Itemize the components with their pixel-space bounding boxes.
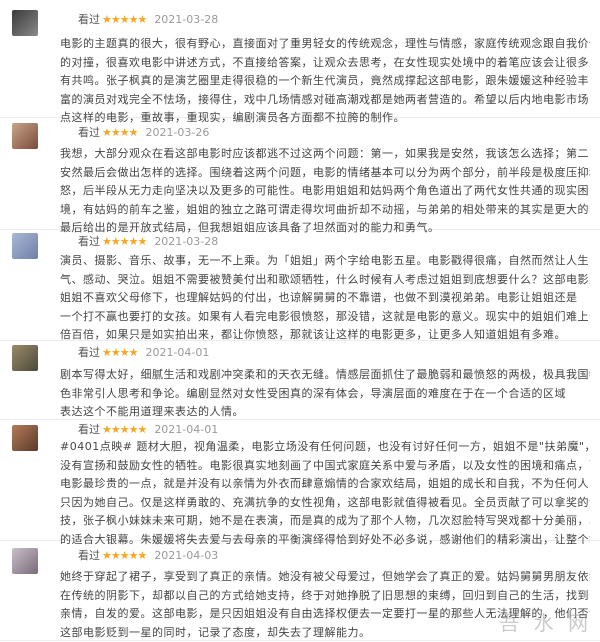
watch-status: 看过 (78, 235, 100, 248)
review-text-line: 电影的主题真的很大，很有野心，直接面对了重男轻女的传统观念，理性与情感，家庭传统… (60, 35, 590, 54)
review-date: 2021-03-28 (154, 235, 218, 248)
review-text: 剧本写得太好，细腻生活和戏剧冲突柔和的天衣无缝。情感层面抓住了最脆弱和最愤怒的两… (60, 366, 590, 422)
user-avatar[interactable] (12, 123, 38, 149)
review-item: 看过★★★★★ 2021-03-28 电影的主题真的很大，很有野心，直接面对了重男轻… (0, 0, 600, 118)
review-date: 2021-03-28 (154, 13, 218, 26)
user-avatar[interactable] (12, 233, 38, 259)
rating-stars-icon: ★★★★★ (102, 549, 146, 562)
review-text-line: 技，张子枫小妹妹未来可期，她不是在表演，而是真的成为了那个人物，几次怼脸特写哭戏… (60, 512, 590, 531)
rating-stars-icon: ★★★★★ (102, 13, 146, 26)
review-meta: 看过★★★★★ 2021-03-28 (78, 234, 218, 250)
review-text-line: 在传统的阴影下，却都以自己的方式给她支持，终于对她挣脱了旧思想的束缚，回归到自己… (60, 587, 590, 606)
user-avatar[interactable] (12, 345, 38, 371)
watch-status: 看过 (78, 126, 100, 139)
rating-stars-icon: ★★★★★ (102, 235, 146, 248)
review-text-line: 怒，后半段从无力走向坚决以及更多的可能性。电影用姐姐和姑妈两个角色道出了两代女性… (60, 182, 590, 201)
review-text-line: 气、感动、哭泣。姐姐不需要被赞美付出和歌颂牺牲，什么时候有人考虑过姐姐到底想要什… (60, 271, 590, 290)
review-text-line: 只因为她自己。仅是这样勇敢的、充满抗争的女性视角，这部电影就值得被看见。全员贡献… (60, 494, 590, 513)
review-text-line: 的对撞，很喜欢电影中讲述方式，不直接给答案，让观众去思考，在女性现实处境中的着笔… (60, 54, 590, 73)
review-item: 看过★★★★ 2021-03-26 我想，大部分观众在看这部电影时应该都逃不过这两个… (0, 117, 600, 230)
review-item: 看过★★★★★ 2021-03-28 演员、摄影、音乐、故事，无一不上乘。为「姐姐」… (0, 229, 600, 341)
review-date: 2021-04-01 (145, 346, 209, 359)
review-text: #0401点映# 题材大胆，视角温柔，电影立场没有任何问题，也没有讨好任何一方，… (60, 438, 590, 549)
review-text: 电影的主题真的很大，很有野心，直接面对了重男轻女的传统观念，理性与情感，家庭传统… (60, 35, 590, 128)
review-text-line: 色非常引人思考和争论。编剧显然对女性受困真的深有体会，导演层面的难度在于在一个合… (60, 385, 590, 404)
review-text: 演员、摄影、音乐、故事，无一不上乘。为「姐姐」两个字给电影五星。电影戳得很痛，自… (60, 252, 590, 345)
user-avatar[interactable] (12, 425, 38, 451)
review-text-line: 姐姐不喜欢父母修下，也理解姑妈的付出，也谅解舅舅的不靠谱，也做不到漠视弟弟。电影… (60, 289, 590, 308)
review-meta: 看过★★★★ 2021-04-01 (78, 345, 209, 361)
review-text-line: 电影最珍贵的一点，就是并没有以亲情为外衣而肆意煽情的合家欢结局，姐姐的成长和自我… (60, 475, 590, 494)
review-text-line: 富的演员对戏完全不怯场，接得住，戏中几场情感对碰高潮戏都是她两者营造的。希望以后… (60, 91, 590, 110)
review-date: 2021-03-26 (145, 126, 209, 139)
watermark-logo: 吾 水 网 (499, 607, 592, 636)
review-text-line: 一个打不赢也要打的女孩。如果有人看完电影很愤怒，那没错，这就是电影的意义。现实中… (60, 308, 590, 327)
watch-status: 看过 (78, 423, 100, 436)
watch-status: 看过 (78, 549, 100, 562)
review-meta: 看过★★★★ 2021-03-26 (78, 125, 209, 141)
review-text-line: #0401点映# 题材大胆，视角温柔，电影立场没有任何问题，也没有讨好任何一方，… (60, 438, 590, 457)
review-text-line: 我想，大部分观众在看这部电影时应该都逃不过这两个问题：第一，如果我是安然，我该怎… (60, 145, 590, 164)
rating-stars-icon: ★★★★ (102, 126, 137, 139)
review-text-line: 剧本写得太好，细腻生活和戏剧冲突柔和的天衣无缝。情感层面抓住了最脆弱和最愤怒的两… (60, 366, 590, 385)
review-date: 2021-04-01 (154, 423, 218, 436)
review-meta: 看过★★★★★ 2021-03-28 (78, 12, 218, 28)
watch-status: 看过 (78, 346, 100, 359)
review-text-line: 境，有姑妈的前车之鉴，姐姐的独立之路可谓走得坎坷曲折却不动摇，与弟弟的相处带来的… (60, 201, 590, 220)
review-date: 2021-04-03 (154, 549, 218, 562)
review-text-line: 没有宣扬和鼓励女性的牺牲。电影很真实地刻画了中国式家庭关系中爱与矛盾，以及女性的… (60, 457, 590, 476)
review-text-line: 演员、摄影、音乐、故事，无一不上乘。为「姐姐」两个字给电影五星。电影戳得很痛，自… (60, 252, 590, 271)
review-text-line: 安然最后会做出怎样的选择。围绕着这两个问题，电影的情绪基本可以分为两个部分，前半… (60, 164, 590, 183)
rating-stars-icon: ★★★★ (102, 346, 137, 359)
review-item: 看过★★★★★ 2021-04-01 #0401点映# 题材大胆，视角温柔，电影立场… (0, 419, 600, 541)
review-text-line: 有共鸣。张子枫真的是演艺圈里走得很稳的一个新生代演员，竟然成撑起这部电影，跟朱媛… (60, 72, 590, 91)
review-meta: 看过★★★★★ 2021-04-01 (78, 422, 218, 438)
review-text-line: 她终于穿起了裙子，享受到了真正的亲情。她没有被父母爱过，但她学会了真正的爱。姑妈… (60, 568, 590, 587)
user-avatar[interactable] (12, 10, 38, 36)
review-text: 我想，大部分观众在看这部电影时应该都逃不过这两个问题：第一，如果我是安然，我该怎… (60, 145, 590, 238)
user-avatar[interactable] (12, 548, 38, 574)
review-item: 看过★★★★ 2021-04-01 剧本写得太好，细腻生活和戏剧冲突柔和的天衣无缝。… (0, 340, 600, 420)
rating-stars-icon: ★★★★★ (102, 423, 146, 436)
watch-status: 看过 (78, 13, 100, 26)
review-meta: 看过★★★★★ 2021-04-03 (78, 548, 218, 564)
